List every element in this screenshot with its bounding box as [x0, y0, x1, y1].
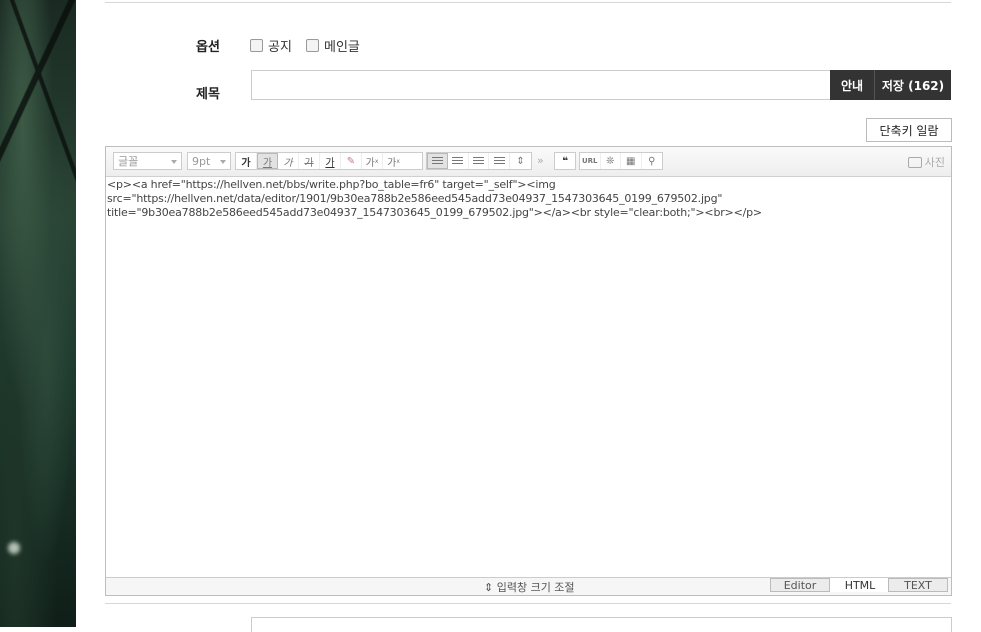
notice-checkbox-label: 공지 — [268, 40, 292, 55]
font-size-select[interactable]: 9pt — [187, 152, 231, 170]
photo-button[interactable]: 사진 — [907, 154, 945, 170]
subject-input[interactable] — [251, 70, 831, 100]
main-post-checkbox-label: 메인글 — [324, 40, 360, 55]
camera-icon — [907, 156, 922, 168]
font-family-value: 글꼴 — [118, 155, 139, 168]
notice-checkbox[interactable]: 공지 — [250, 36, 292, 55]
link-icon[interactable]: URL — [580, 153, 601, 169]
text-style-group: 가 가 가 가 가 ✎ 가x 가x — [235, 152, 423, 170]
notice-checkbox-box[interactable] — [250, 39, 263, 52]
shortcut-list-button[interactable]: 단축키 일람 — [866, 118, 952, 142]
align-justify-icon[interactable] — [489, 153, 511, 169]
guide-button[interactable]: 안내 — [830, 70, 875, 100]
line-height-icon[interactable]: ⇕ — [510, 153, 531, 169]
top-divider — [105, 0, 951, 3]
more-icon[interactable]: » — [537, 154, 544, 167]
bottom-divider — [105, 603, 951, 604]
align-right-icon[interactable] — [469, 153, 490, 169]
strikethrough-icon[interactable]: 가 — [299, 153, 320, 169]
insert-group: URL ❊ ▦ ⚲ — [579, 152, 663, 170]
font-family-select[interactable]: 글꼴 — [113, 152, 182, 170]
tree-branch-silhouette — [0, 0, 76, 200]
align-group: ⇕ — [426, 152, 532, 170]
font-size-value: 9pt — [192, 154, 211, 168]
align-left-icon[interactable] — [427, 153, 448, 169]
editor-mode-tab[interactable]: Editor — [770, 578, 830, 592]
subscript-icon[interactable]: 가x — [383, 153, 404, 169]
align-center-icon[interactable] — [448, 153, 469, 169]
html-source-area[interactable]: <p><a href="https://hellven.net/bbs/writ… — [107, 178, 947, 220]
source-line-1: <p><a href="https://hellven.net/bbs/writ… — [107, 178, 556, 191]
main-post-checkbox-box[interactable] — [306, 39, 319, 52]
table-icon[interactable]: ▦ — [621, 153, 642, 169]
subject-label: 제목 — [196, 87, 220, 102]
source-line-3: title="9b30ea788b2e586eed545add73e04937_… — [107, 206, 762, 219]
italic-icon[interactable]: 가 — [278, 153, 299, 169]
rich-text-editor: 글꼴 9pt 가 가 가 가 가 ✎ 가x 가x ⇕ » ❝ URL ❊ ▦ ⚲… — [105, 146, 952, 596]
font-color-icon[interactable]: 가 — [320, 153, 341, 169]
superscript-icon[interactable]: 가x — [362, 153, 383, 169]
resize-handle[interactable]: ⇕ 입력창 크기 조절 — [484, 579, 575, 595]
html-mode-tab[interactable]: HTML — [830, 578, 890, 592]
options-label: 옵션 — [196, 40, 220, 55]
source-line-2: src="https://hellven.net/data/editor/190… — [107, 192, 723, 205]
special-char-icon[interactable]: ❊ — [601, 153, 621, 169]
chevron-down-icon — [220, 160, 226, 164]
highlight-color-icon[interactable]: ✎ — [341, 153, 362, 169]
subscript-glyph: 가 — [387, 157, 397, 169]
underline-icon[interactable]: 가 — [257, 153, 278, 169]
save-button[interactable]: 저장 (162) — [875, 70, 951, 100]
search-icon[interactable]: ⚲ — [642, 153, 662, 169]
main-post-checkbox[interactable]: 메인글 — [306, 36, 360, 55]
photo-label: 사진 — [924, 156, 945, 169]
light-spot — [8, 542, 20, 554]
chevron-down-icon — [171, 160, 177, 164]
editor-bottom-bar: ⇕ 입력창 크기 조절 Editor HTML TEXT — [106, 577, 951, 595]
background-forest-image — [0, 0, 76, 627]
editor-toolbar: 글꼴 9pt 가 가 가 가 가 ✎ 가x 가x ⇕ » ❝ URL ❊ ▦ ⚲… — [106, 147, 951, 177]
superscript-glyph: 가 — [365, 157, 375, 169]
text-mode-tab[interactable]: TEXT — [888, 578, 948, 592]
bold-icon[interactable]: 가 — [236, 153, 257, 169]
quote-icon[interactable]: ❝ — [555, 153, 575, 169]
next-field-input[interactable] — [251, 617, 952, 632]
quote-group: ❝ — [554, 152, 576, 170]
